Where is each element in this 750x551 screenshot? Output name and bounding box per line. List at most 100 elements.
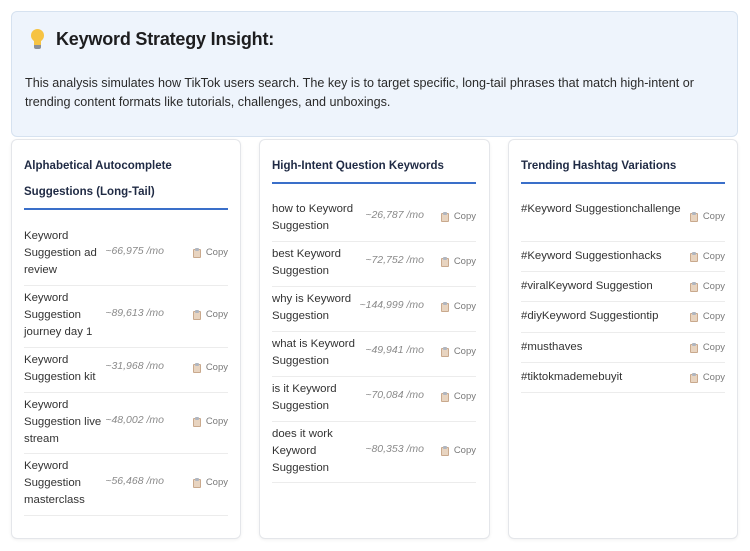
card-title-underline (272, 182, 476, 184)
copy-button[interactable]: Copy (440, 301, 476, 312)
keyword-text: does it work Keyword Suggestion (272, 428, 333, 474)
hashtag-row: #Keyword Suggestionchallenge Copy (521, 197, 725, 242)
clipboard-icon (192, 362, 201, 373)
clipboard-icon (440, 301, 449, 312)
volume-estimate: ~144,999 /mo (359, 299, 424, 311)
copy-label: Copy (453, 301, 476, 312)
volume-estimate: ~31,968 /mo (105, 360, 164, 372)
card-title-underline (24, 208, 228, 210)
clipboard-icon (689, 342, 698, 353)
keyword-text: best Keyword Suggestion (272, 248, 342, 277)
copy-button[interactable]: Copy (192, 362, 228, 373)
keyword-row: what is Keyword Suggestion ~49,941 /mo C… (272, 332, 476, 377)
clipboard-icon (689, 251, 698, 262)
clipboard-icon (440, 445, 449, 456)
copy-button[interactable]: Copy (192, 309, 228, 320)
copy-button[interactable]: Copy (440, 346, 476, 357)
volume-estimate: ~49,941 /mo (365, 344, 424, 356)
hashtag-row: #tiktokmademebuyit Copy (521, 363, 725, 393)
volume-estimate: ~72,752 /mo (365, 254, 424, 266)
hashtag-row: #Keyword Suggestionhacks Copy (521, 242, 725, 272)
copy-label: Copy (205, 362, 228, 373)
clipboard-icon (689, 311, 698, 322)
copy-label: Copy (702, 251, 725, 262)
hashtag-text: #tiktokmademebuyit (521, 371, 623, 383)
clipboard-icon (689, 372, 698, 383)
keyword-text: how to Keyword Suggestion (272, 203, 354, 232)
card-autocomplete: Alphabetical Autocomplete Suggestions (L… (11, 139, 241, 539)
copy-label: Copy (702, 211, 725, 222)
keyword-row: Keyword Suggestion kit ~31,968 /mo Copy (24, 348, 228, 393)
clipboard-icon (689, 281, 698, 292)
keyword-row: Keyword Suggestion masterclass ~56,468 /… (24, 454, 228, 516)
volume-estimate: ~56,468 /mo (105, 475, 164, 487)
keyword-text: is it Keyword Suggestion (272, 383, 337, 412)
card-title-underline (521, 182, 725, 184)
card-hashtags: Trending Hashtag Variations #Keyword Sug… (508, 139, 738, 539)
insight-panel: Keyword Strategy Insight: This analysis … (11, 11, 738, 137)
copy-label: Copy (702, 342, 725, 353)
copy-button[interactable]: Copy (689, 281, 725, 292)
copy-label: Copy (702, 281, 725, 292)
copy-label: Copy (205, 416, 228, 427)
keyword-row: how to Keyword Suggestion ~26,787 /mo Co… (272, 197, 476, 242)
copy-button[interactable]: Copy (689, 211, 725, 222)
volume-estimate: ~48,002 /mo (105, 414, 164, 426)
clipboard-icon (192, 247, 201, 258)
hashtag-row: #diyKeyword Suggestiontip Copy (521, 302, 725, 333)
keyword-row: Keyword Suggestion live stream ~48,002 /… (24, 393, 228, 454)
keyword-row: Keyword Suggestion journey day 1 ~89,613… (24, 286, 228, 348)
keyword-text: what is Keyword Suggestion (272, 338, 355, 367)
card-title: Trending Hashtag Variations (521, 160, 677, 172)
card-title: Alphabetical Autocomplete Suggestions (L… (24, 160, 172, 198)
copy-button[interactable]: Copy (689, 372, 725, 383)
copy-label: Copy (453, 211, 476, 222)
copy-button[interactable]: Copy (689, 251, 725, 262)
keyword-row: Keyword Suggestion ad review ~66,975 /mo… (24, 224, 228, 286)
hashtag-text: #Keyword Suggestionhacks (521, 250, 662, 262)
hashtag-text: #viralKeyword Suggestion (521, 280, 653, 292)
copy-button[interactable]: Copy (192, 477, 228, 488)
hashtag-text: #Keyword Suggestionchallenge (521, 203, 681, 215)
hashtag-row: #viralKeyword Suggestion Copy (521, 272, 725, 302)
copy-button[interactable]: Copy (689, 342, 725, 353)
hashtag-text: #diyKeyword Suggestiontip (521, 310, 659, 322)
insight-header: Keyword Strategy Insight: (28, 28, 274, 50)
hashtag-row: #musthaves Copy (521, 333, 725, 363)
copy-label: Copy (205, 247, 228, 258)
copy-label: Copy (453, 256, 476, 267)
copy-label: Copy (453, 346, 476, 357)
copy-button[interactable]: Copy (440, 445, 476, 456)
copy-label: Copy (453, 445, 476, 456)
clipboard-icon (440, 391, 449, 402)
insight-text: This analysis simulates how TikTok users… (25, 76, 694, 109)
copy-button[interactable]: Copy (192, 416, 228, 427)
clipboard-icon (192, 309, 201, 320)
keyword-row: is it Keyword Suggestion ~70,084 /mo Cop… (272, 377, 476, 422)
copy-button[interactable]: Copy (689, 311, 725, 322)
copy-label: Copy (453, 391, 476, 402)
keyword-row: does it work Keyword Suggestion ~80,353 … (272, 422, 476, 483)
volume-estimate: ~66,975 /mo (105, 245, 164, 257)
clipboard-icon (192, 477, 201, 488)
clipboard-icon (689, 211, 698, 222)
copy-button[interactable]: Copy (440, 391, 476, 402)
keyword-text: why is Keyword Suggestion (272, 293, 352, 322)
copy-button[interactable]: Copy (440, 256, 476, 267)
volume-estimate: ~80,353 /mo (365, 443, 424, 455)
keyword-row: best Keyword Suggestion ~72,752 /mo Copy (272, 242, 476, 287)
card-title: High-Intent Question Keywords (272, 160, 444, 172)
insight-title: Keyword Strategy Insight: (56, 28, 275, 49)
copy-label: Copy (702, 372, 725, 383)
lightbulb-icon (28, 28, 48, 50)
copy-label: Copy (205, 309, 228, 320)
keyword-row: why is Keyword Suggestion ~144,999 /mo C… (272, 287, 476, 332)
volume-estimate: ~26,787 /mo (365, 209, 424, 221)
copy-button[interactable]: Copy (440, 211, 476, 222)
volume-estimate: ~70,084 /mo (365, 389, 424, 401)
clipboard-icon (440, 256, 449, 267)
clipboard-icon (440, 211, 449, 222)
card-question-keywords: High-Intent Question Keywords how to Key… (259, 139, 490, 539)
clipboard-icon (192, 416, 201, 427)
copy-button[interactable]: Copy (192, 247, 228, 258)
